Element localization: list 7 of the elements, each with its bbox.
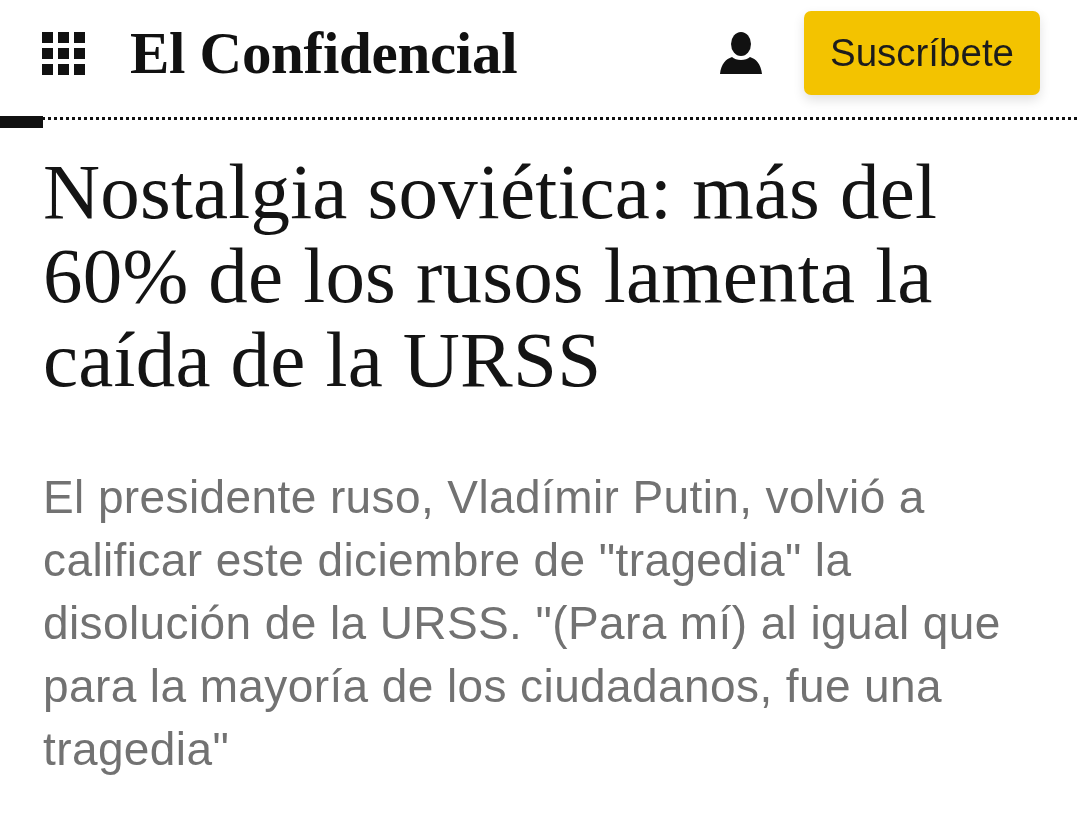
account-button[interactable] — [719, 32, 762, 74]
user-icon — [719, 32, 762, 74]
article-summary: El presidente ruso, Vladímir Putin, volvió a calificar este diciembre de "tragedia" la disolución de la URSS. "(Para mí) al igual que para la mayoría de los ciudadanos, fue una tragedia" — [43, 470, 1002, 777]
site-logo[interactable]: El Confidencial — [130, 23, 518, 83]
menu-icon[interactable] — [42, 31, 85, 75]
article-headline: Nostalgia soviética: más del 60% de los rusos lamenta la caída de la URSS — [43, 150, 939, 402]
subscribe-button[interactable]: Suscríbete — [803, 11, 1040, 95]
